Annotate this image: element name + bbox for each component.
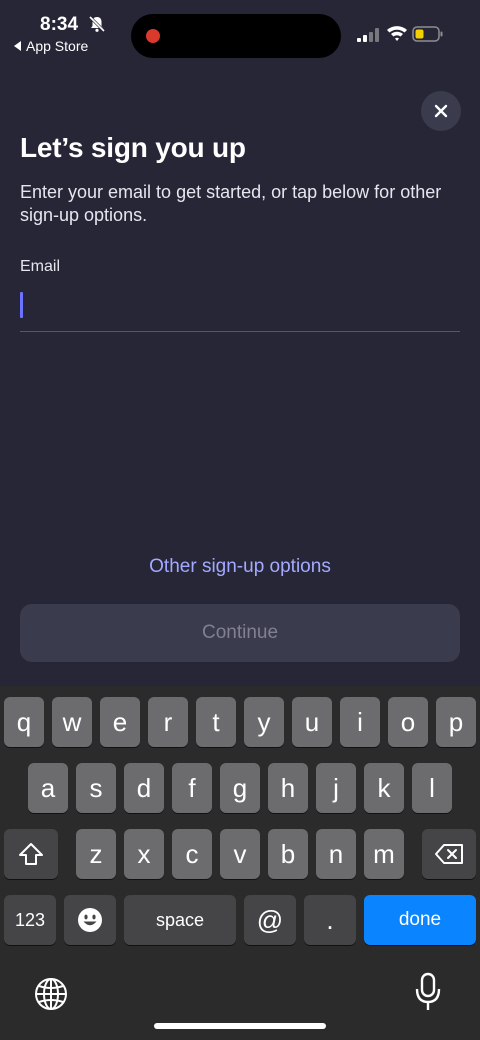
wifi-icon	[387, 26, 407, 41]
key-m[interactable]: m	[364, 829, 404, 879]
key-g[interactable]: g	[220, 763, 260, 813]
email-label: Email	[20, 258, 61, 275]
recording-indicator-icon	[146, 29, 160, 43]
email-field[interactable]	[20, 284, 460, 324]
back-triangle-icon	[14, 41, 21, 51]
key-k[interactable]: k	[364, 763, 404, 813]
emoji-key[interactable]	[64, 895, 116, 945]
key-o[interactable]: o	[388, 697, 428, 747]
key-w[interactable]: w	[52, 697, 92, 747]
key-r[interactable]: r	[148, 697, 188, 747]
cellular-signal-icon	[357, 28, 379, 42]
dot-key[interactable]: .	[304, 895, 356, 945]
back-to-app-link[interactable]: App Store	[14, 38, 88, 54]
key-l[interactable]: l	[412, 763, 452, 813]
back-app-label: App Store	[26, 38, 89, 54]
delete-key[interactable]	[422, 829, 476, 879]
other-signup-options-link[interactable]: Other sign-up options	[0, 556, 480, 578]
key-p[interactable]: p	[436, 697, 476, 747]
key-z[interactable]: z	[76, 829, 116, 879]
key-u[interactable]: u	[292, 697, 332, 747]
key-s[interactable]: s	[76, 763, 116, 813]
shift-icon	[19, 843, 43, 865]
text-cursor	[20, 292, 23, 318]
at-key[interactable]: @	[244, 895, 296, 945]
key-c[interactable]: c	[172, 829, 212, 879]
shift-key[interactable]	[4, 829, 58, 879]
globe-icon[interactable]	[33, 976, 69, 1012]
bell-slash-icon	[88, 15, 106, 33]
key-v[interactable]: v	[220, 829, 260, 879]
emoji-icon	[78, 908, 102, 932]
numbers-key[interactable]: 123	[4, 895, 56, 945]
key-f[interactable]: f	[172, 763, 212, 813]
space-key[interactable]: space	[124, 895, 236, 945]
key-d[interactable]: d	[124, 763, 164, 813]
key-h[interactable]: h	[268, 763, 308, 813]
key-t[interactable]: t	[196, 697, 236, 747]
microphone-icon[interactable]	[413, 972, 443, 1012]
key-i[interactable]: i	[340, 697, 380, 747]
close-button[interactable]	[421, 91, 461, 131]
page-title: Let’s sign you up	[20, 132, 246, 163]
key-j[interactable]: j	[316, 763, 356, 813]
key-x[interactable]: x	[124, 829, 164, 879]
status-time: 8:34	[40, 14, 79, 35]
battery-low-icon	[412, 26, 443, 42]
continue-button[interactable]: Continue	[20, 604, 460, 662]
key-y[interactable]: y	[244, 697, 284, 747]
key-b[interactable]: b	[268, 829, 308, 879]
delete-icon	[435, 844, 463, 864]
done-key[interactable]: done	[364, 895, 476, 945]
key-a[interactable]: a	[28, 763, 68, 813]
dynamic-island	[131, 14, 341, 58]
key-n[interactable]: n	[316, 829, 356, 879]
page-subtitle: Enter your email to get started, or tap …	[20, 182, 442, 225]
email-field-container[interactable]	[20, 284, 460, 332]
close-icon	[434, 104, 448, 118]
key-e[interactable]: e	[100, 697, 140, 747]
status-bar: 8:34 App Store	[0, 0, 480, 70]
key-q[interactable]: q	[4, 697, 44, 747]
home-indicator[interactable]	[154, 1023, 326, 1029]
